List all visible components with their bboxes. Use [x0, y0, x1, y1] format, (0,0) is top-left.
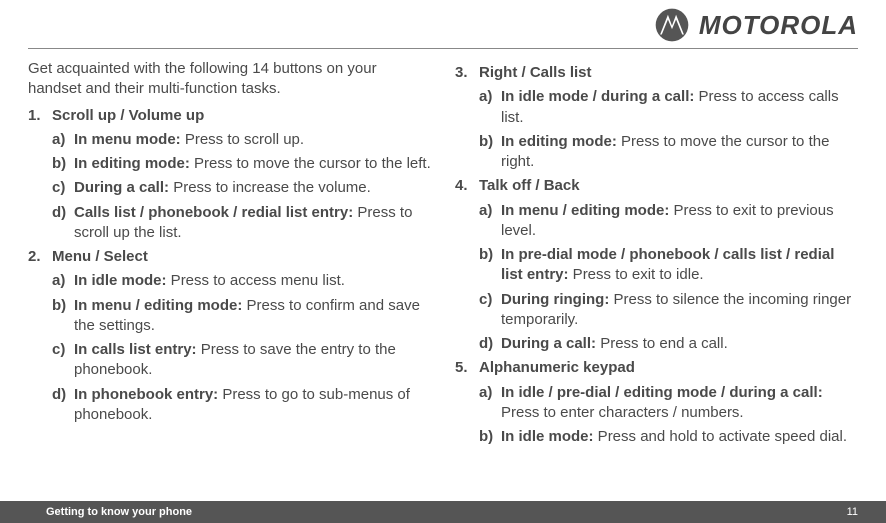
item-lead: During ringing:: [501, 291, 609, 308]
section-number: 3.: [455, 63, 479, 83]
item-letter: d): [52, 203, 74, 244]
section-number: 1.: [28, 106, 52, 126]
item-body: In idle mode: Press to access menu list.: [74, 271, 431, 291]
sub-item: b) In pre-dial mode / phonebook / calls …: [455, 245, 858, 286]
item-body: Calls list / phonebook / redial list ent…: [74, 203, 431, 244]
section-heading: 1. Scroll up / Volume up: [28, 106, 431, 126]
item-letter: a): [52, 271, 74, 291]
item-letter: c): [479, 290, 501, 331]
item-letter: b): [479, 245, 501, 286]
item-letter: a): [52, 130, 74, 150]
item-lead: In idle mode:: [501, 428, 594, 445]
item-lead: In editing mode:: [74, 155, 190, 172]
brand-text: MOTOROLA: [699, 10, 858, 41]
header: MOTOROLA: [28, 8, 858, 49]
sub-item: b) In menu / editing mode: Press to conf…: [28, 296, 431, 337]
item-body: In editing mode: Press to move the curso…: [74, 154, 431, 174]
item-body: In pre-dial mode / phonebook / calls lis…: [501, 245, 858, 286]
intro-text: Get acquainted with the following 14 but…: [28, 59, 431, 100]
item-body: In menu / editing mode: Press to confirm…: [74, 296, 431, 337]
sub-item: a) In menu mode: Press to scroll up.: [28, 130, 431, 150]
section-title: Talk off / Back: [479, 176, 580, 196]
item-body: During a call: Press to increase the vol…: [74, 178, 431, 198]
section-heading: 4. Talk off / Back: [455, 176, 858, 196]
item-letter: b): [479, 427, 501, 447]
item-text: Press to exit to idle.: [569, 266, 704, 283]
section-number: 5.: [455, 358, 479, 378]
section-number: 4.: [455, 176, 479, 196]
section-heading: 3. Right / Calls list: [455, 63, 858, 83]
item-text: Press to access menu list.: [167, 272, 345, 289]
item-body: In editing mode: Press to move the curso…: [501, 132, 858, 173]
item-body: During ringing: Press to silence the inc…: [501, 290, 858, 331]
section-heading: 2. Menu / Select: [28, 247, 431, 267]
item-lead: In idle / pre-dial / editing mode / duri…: [501, 384, 823, 401]
sub-item: c) During a call: Press to increase the …: [28, 178, 431, 198]
item-lead: In menu / editing mode:: [74, 297, 242, 314]
sub-item: a) In idle / pre-dial / editing mode / d…: [455, 383, 858, 424]
item-lead: In idle mode / during a call:: [501, 88, 694, 105]
item-lead: In calls list entry:: [74, 341, 197, 358]
sub-item: d) Calls list / phonebook / redial list …: [28, 203, 431, 244]
item-body: During a call: Press to end a call.: [501, 334, 858, 354]
item-letter: a): [479, 87, 501, 128]
page-number: 11: [847, 506, 858, 518]
item-body: In idle mode: Press and hold to activate…: [501, 427, 858, 447]
item-lead: During a call:: [501, 335, 596, 352]
item-text: Press to scroll up.: [181, 131, 304, 148]
right-column: 3. Right / Calls list a) In idle mode / …: [455, 59, 858, 447]
section-heading: 5. Alphanumeric keypad: [455, 358, 858, 378]
sub-item: b) In editing mode: Press to move the cu…: [455, 132, 858, 173]
item-letter: a): [479, 201, 501, 242]
item-body: In idle mode / during a call: Press to a…: [501, 87, 858, 128]
item-lead: Calls list / phonebook / redial list ent…: [74, 204, 353, 221]
item-lead: In menu mode:: [74, 131, 181, 148]
item-letter: d): [52, 385, 74, 426]
item-text: Press to end a call.: [596, 335, 728, 352]
item-lead: In phonebook entry:: [74, 386, 218, 403]
section-title: Scroll up / Volume up: [52, 106, 204, 126]
sub-item: a) In idle mode: Press to access menu li…: [28, 271, 431, 291]
sub-item: d) In phonebook entry: Press to go to su…: [28, 385, 431, 426]
section-title: Alphanumeric keypad: [479, 358, 635, 378]
sub-item: a) In idle mode / during a call: Press t…: [455, 87, 858, 128]
item-letter: a): [479, 383, 501, 424]
item-lead: In editing mode:: [501, 133, 617, 150]
item-letter: b): [479, 132, 501, 173]
section-number: 2.: [28, 247, 52, 267]
item-lead: During a call:: [74, 179, 169, 196]
item-body: In menu / editing mode: Press to exit to…: [501, 201, 858, 242]
sub-item: a) In menu / editing mode: Press to exit…: [455, 201, 858, 242]
item-letter: b): [52, 154, 74, 174]
item-text: Press to enter characters / numbers.: [501, 404, 744, 421]
item-lead: In menu / editing mode:: [501, 202, 669, 219]
item-letter: d): [479, 334, 501, 354]
motorola-logo-icon: [655, 8, 689, 42]
item-text: Press to move the cursor to the left.: [190, 155, 431, 172]
item-lead: In idle mode:: [74, 272, 167, 289]
left-column: Get acquainted with the following 14 but…: [28, 59, 431, 447]
footer-title: Getting to know your phone: [46, 506, 192, 518]
item-text: Press and hold to activate speed dial.: [594, 428, 848, 445]
item-body: In menu mode: Press to scroll up.: [74, 130, 431, 150]
sub-item: d) During a call: Press to end a call.: [455, 334, 858, 354]
item-body: In phonebook entry: Press to go to sub-m…: [74, 385, 431, 426]
sub-item: c) During ringing: Press to silence the …: [455, 290, 858, 331]
item-body: In idle / pre-dial / editing mode / duri…: [501, 383, 858, 424]
item-letter: c): [52, 178, 74, 198]
footer-bar: Getting to know your phone 11: [0, 501, 886, 523]
sub-item: b) In editing mode: Press to move the cu…: [28, 154, 431, 174]
item-body: In calls list entry: Press to save the e…: [74, 340, 431, 381]
section-title: Right / Calls list: [479, 63, 592, 83]
content-columns: Get acquainted with the following 14 but…: [28, 59, 858, 447]
item-text: Press to increase the volume.: [169, 179, 371, 196]
sub-item: c) In calls list entry: Press to save th…: [28, 340, 431, 381]
section-title: Menu / Select: [52, 247, 148, 267]
item-letter: b): [52, 296, 74, 337]
sub-item: b) In idle mode: Press and hold to activ…: [455, 427, 858, 447]
item-letter: c): [52, 340, 74, 381]
